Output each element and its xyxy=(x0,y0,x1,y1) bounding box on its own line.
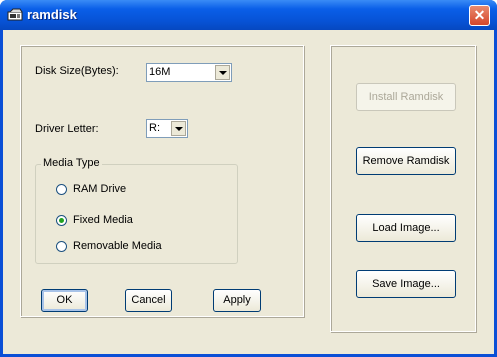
app-icon xyxy=(7,8,23,21)
driver-letter-select[interactable]: R: xyxy=(146,119,188,138)
radio-ram-drive[interactable] xyxy=(56,184,67,195)
media-type-legend: Media Type xyxy=(41,157,102,169)
driver-letter-label: Driver Letter: xyxy=(35,123,99,135)
install-ramdisk-button[interactable]: Install Ramdisk xyxy=(356,83,456,111)
load-image-label: Load Image... xyxy=(372,222,440,234)
load-image-button[interactable]: Load Image... xyxy=(356,214,456,242)
radio-fixed-media-label[interactable]: Fixed Media xyxy=(73,214,133,226)
apply-button-label: Apply xyxy=(223,294,251,306)
ok-button-label: OK xyxy=(56,294,73,306)
save-image-label: Save Image... xyxy=(372,278,440,290)
ok-button[interactable]: OK xyxy=(41,289,88,312)
close-button[interactable]: ✕ xyxy=(469,5,490,26)
radio-ram-drive-label[interactable]: RAM Drive xyxy=(73,183,126,195)
radio-removable-media-label[interactable]: Removable Media xyxy=(73,240,162,252)
disk-size-label: Disk Size(Bytes): xyxy=(35,65,119,77)
disk-size-select[interactable]: 16M xyxy=(146,63,232,82)
close-icon: ✕ xyxy=(473,7,486,23)
ramdisk-window: ramdisk ✕ Disk Size(Bytes): 16M Driver L… xyxy=(0,0,497,357)
install-ramdisk-label: Install Ramdisk xyxy=(368,91,444,103)
title-bar[interactable]: ramdisk ✕ xyxy=(0,0,497,30)
apply-button[interactable]: Apply xyxy=(213,289,261,312)
save-image-button[interactable]: Save Image... xyxy=(356,270,456,298)
chevron-down-icon[interactable] xyxy=(171,121,186,136)
radio-fixed-media[interactable] xyxy=(56,215,67,226)
cancel-button-label: Cancel xyxy=(131,294,166,306)
driver-letter-value: R: xyxy=(149,122,160,134)
remove-ramdisk-button[interactable]: Remove Ramdisk xyxy=(356,147,456,175)
radio-removable-media[interactable] xyxy=(56,241,67,252)
disk-size-value: 16M xyxy=(149,66,171,78)
cancel-button[interactable]: Cancel xyxy=(125,289,172,312)
window-title: ramdisk xyxy=(27,7,77,22)
dialog-client-area: Disk Size(Bytes): 16M Driver Letter: R: … xyxy=(3,30,494,354)
chevron-down-icon[interactable] xyxy=(215,65,230,80)
remove-ramdisk-label: Remove Ramdisk xyxy=(362,155,450,167)
